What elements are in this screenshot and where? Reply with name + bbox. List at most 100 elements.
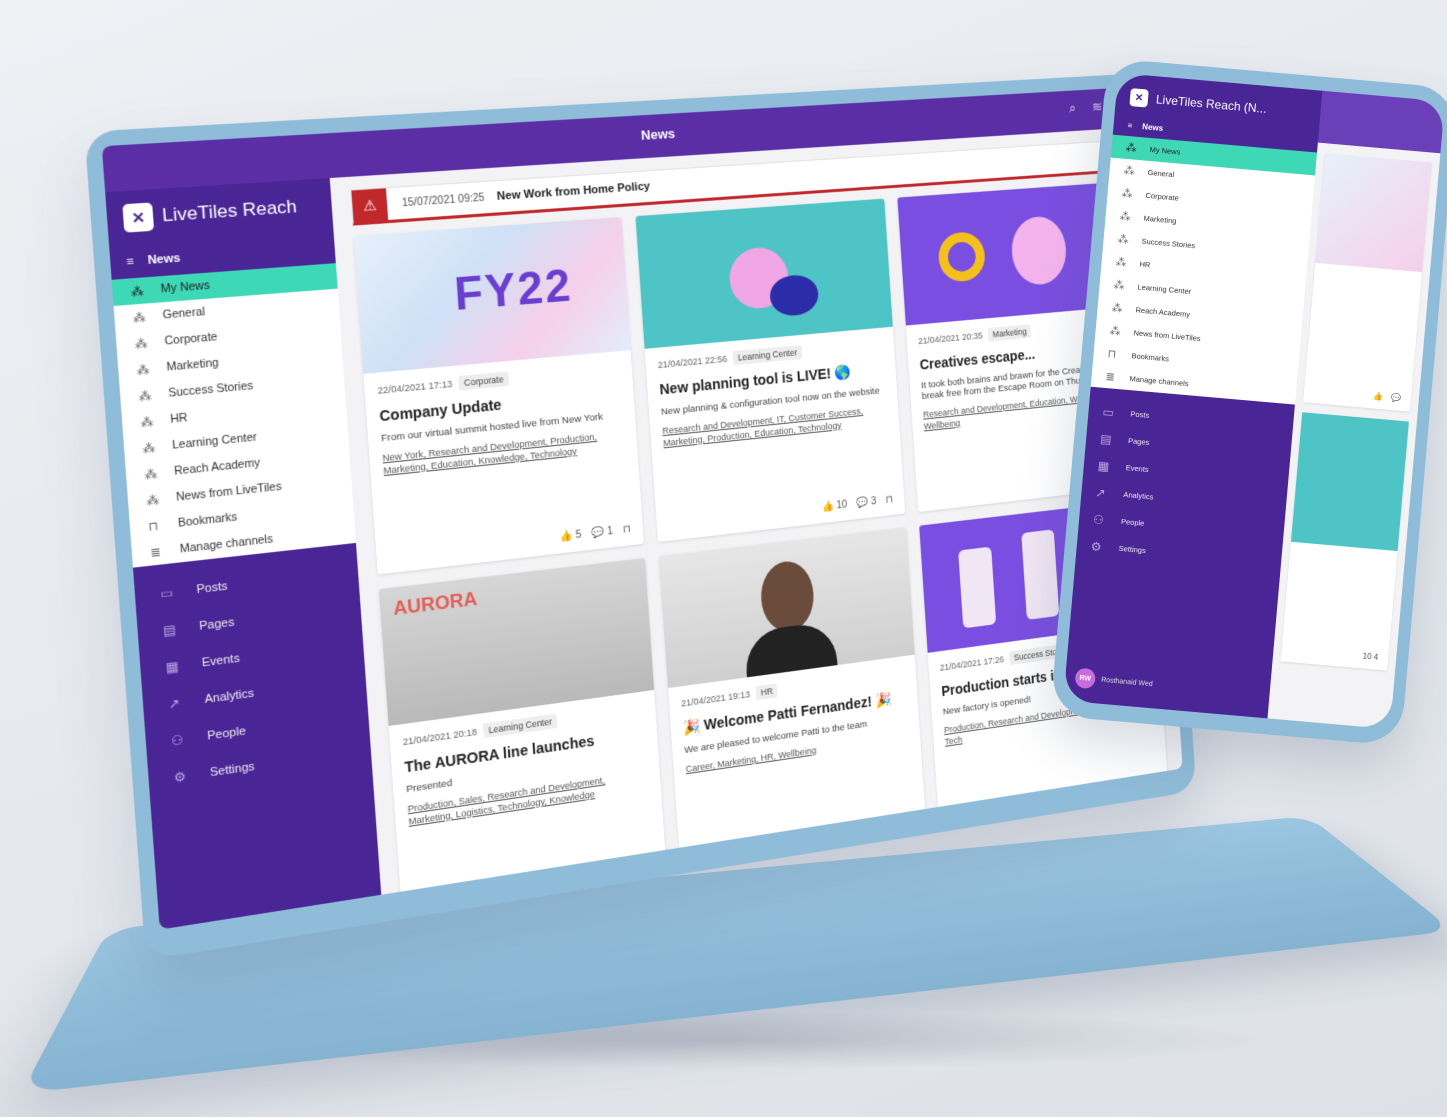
- livetiles-logo-icon: ✕: [1129, 88, 1149, 108]
- menu-icon: ≡: [126, 255, 135, 269]
- card-tag[interactable]: Learning Center: [482, 713, 558, 739]
- illustration-shape: [1009, 214, 1069, 287]
- news-card[interactable]: 21/04/2021 19:13 HR 🎉 Welcome Patti Fernan…: [658, 527, 928, 881]
- comment-count: 1: [1136, 785, 1143, 797]
- comment-button[interactable]: 💬 1: [615, 866, 637, 881]
- news-card[interactable]: 21/04/2021 22:56 Learning Center New plann…: [635, 198, 906, 543]
- nav-label: Analytics: [204, 687, 255, 707]
- wifi-icon[interactable]: ≋: [1091, 98, 1102, 115]
- phone-screen: 👍 💬 10 4 ✕ LiveTiles Reach (N... ≡ News ⁂…: [1063, 72, 1445, 730]
- comment-button[interactable]: 💬 3: [856, 496, 876, 509]
- channel-icon: ⁂: [1113, 279, 1126, 293]
- card-body: 21/04/2021 22:56 Learning Center New plann…: [645, 327, 900, 461]
- phone-stats-text: 10 4: [1362, 651, 1379, 662]
- bookmark-icon: ⊓: [1107, 348, 1117, 361]
- card-body: 22/04/2021 17:13 Corporate Company Update F…: [363, 350, 638, 489]
- card-date: 21/04/2021 19:13: [680, 689, 751, 709]
- channel-icon: ⁂: [1117, 233, 1130, 247]
- phone-card[interactable]: 👍 💬: [1303, 153, 1432, 412]
- menu-icon: ≡: [1127, 120, 1133, 130]
- channel-icon: ⁂: [144, 467, 158, 482]
- laptop-lid: News ⌕ ≋ ▽ ✕ LiveTiles Reach ≡ News ⁂My …: [84, 72, 1197, 961]
- news-card[interactable]: FY22 22/04/2021 17:13 Corporate Company Upd…: [353, 217, 644, 575]
- settings-icon: ⚙: [173, 768, 187, 786]
- nav-label: Settings: [1118, 543, 1147, 556]
- phone-card[interactable]: 10 4: [1280, 412, 1409, 671]
- illustration-shape: [937, 230, 987, 284]
- phone-device: 👍 💬 10 4 ✕ LiveTiles Reach (N... ≡ News ⁂…: [1049, 57, 1447, 747]
- channel-icon: ⁂: [130, 284, 145, 299]
- illustration-shape: [1021, 529, 1060, 620]
- pages-icon: ▤: [1099, 431, 1113, 447]
- card-tag[interactable]: HR: [755, 683, 779, 701]
- card-tag[interactable]: Marketing: [987, 324, 1032, 342]
- like-icon: 👍: [559, 530, 574, 543]
- card-tag[interactable]: Corporate: [458, 371, 510, 391]
- card-date: 22/04/2021 17:13: [377, 378, 453, 396]
- analytics-icon: ↗: [167, 695, 181, 713]
- like-button[interactable]: 👍 6: [584, 871, 606, 886]
- bookmark-icon[interactable]: ⊓: [907, 822, 915, 834]
- channel-label: Marketing: [166, 356, 220, 374]
- channel-label: General: [162, 305, 206, 322]
- comment-button[interactable]: 💬 1: [591, 526, 613, 540]
- search-icon[interactable]: ⌕: [1068, 100, 1076, 117]
- channel-label: Learning Center: [1137, 282, 1192, 297]
- events-icon: ▦: [1097, 458, 1110, 474]
- avatar: RW: [1074, 667, 1097, 690]
- nav-label: Analytics: [1123, 489, 1154, 502]
- like-button[interactable]: 👍 10: [822, 499, 848, 513]
- brand-name: LiveTiles Reach: [161, 196, 298, 226]
- channel-label: Corporate: [164, 330, 218, 348]
- bookmark-icon[interactable]: ⊓: [623, 524, 632, 536]
- card-date: 21/04/2021 20:35: [917, 330, 984, 347]
- bookmark-icon[interactable]: ⊓: [1150, 783, 1157, 794]
- channel-label: My News: [160, 279, 211, 296]
- nav-label: Pages: [198, 615, 235, 634]
- like-button[interactable]: 👍 5: [560, 529, 582, 543]
- portrait-shape: [758, 558, 816, 635]
- laptop-screen: News ⌕ ≋ ▽ ✕ LiveTiles Reach ≡ News ⁂My …: [101, 86, 1183, 930]
- comment-icon[interactable]: 💬: [1391, 393, 1402, 403]
- like-icon[interactable]: 👍: [1373, 391, 1384, 401]
- comment-count: 3: [870, 496, 877, 508]
- nav-label: People: [206, 724, 247, 743]
- channel-icon: ⁂: [142, 441, 156, 456]
- manage-icon: ≣: [149, 545, 162, 560]
- nav-label: Pages: [1127, 436, 1150, 448]
- channel-label: Success Stories: [1141, 236, 1196, 251]
- comment-icon: 💬: [1123, 786, 1136, 799]
- like-icon: 👍: [849, 830, 862, 843]
- like-button[interactable]: 👍 5: [1096, 790, 1115, 803]
- settings-icon: ⚙: [1090, 538, 1103, 554]
- bookmark-icon: ⊓: [147, 519, 159, 534]
- comment-button[interactable]: 💬 2: [878, 824, 898, 838]
- phone-nav-list: ▭ Posts ▤ Pages ▦ Events ↗ Analytics ⚇ People ⚙ Set…: [1076, 387, 1295, 576]
- news-card[interactable]: AURORA 21/04/2021 20:18 Learning Center The…: [378, 557, 668, 895]
- channel-label: Bookmarks: [177, 510, 238, 530]
- channel-label: News from LiveTiles: [1133, 328, 1201, 344]
- nav-label: Posts: [196, 579, 228, 597]
- card-tag[interactable]: Learning Center: [732, 344, 803, 366]
- channel-icon: ⁂: [1125, 141, 1138, 155]
- channel-icon: ⁂: [1123, 164, 1136, 178]
- channel-label: HR: [169, 411, 189, 426]
- comment-icon: 💬: [878, 825, 891, 839]
- phone-card-stats: 10 4: [1362, 651, 1378, 661]
- nav-list: ▭ Posts ▤ Pages ▦ Events ↗ Analytics ⚇ People ⚙ Set…: [133, 543, 372, 800]
- channel-icon: ⁂: [138, 388, 152, 404]
- channel-label: Success Stories: [167, 379, 254, 400]
- comment-button[interactable]: 💬 1: [1124, 785, 1143, 798]
- people-icon: ⚇: [1092, 511, 1105, 527]
- phone-user[interactable]: RW Rosthanaid Wed: [1074, 667, 1153, 695]
- bookmark-icon[interactable]: ⊓: [646, 863, 655, 875]
- channel-icon: ⁂: [136, 362, 150, 378]
- channel-label: Corporate: [1145, 190, 1180, 203]
- comment-icon: 💬: [615, 867, 629, 881]
- livetiles-logo-icon: ✕: [122, 202, 155, 233]
- bookmark-icon[interactable]: ⊓: [885, 494, 893, 506]
- like-button[interactable]: 👍 5: [849, 829, 869, 843]
- comment-icon: 💬: [856, 496, 869, 510]
- phone-card-image: [1315, 153, 1432, 273]
- illustration-shape: [958, 546, 997, 629]
